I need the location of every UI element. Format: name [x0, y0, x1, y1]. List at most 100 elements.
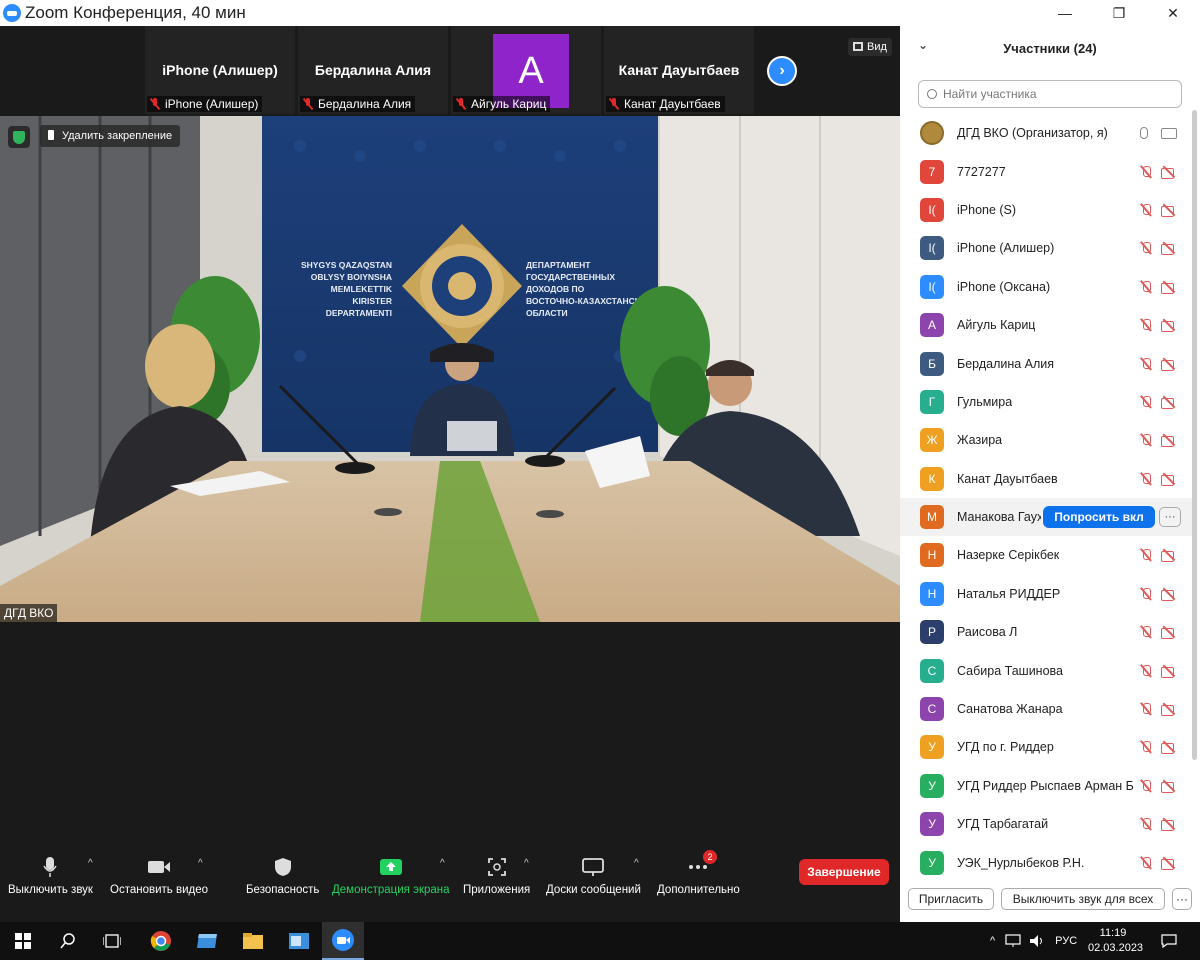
stop-video-button[interactable]: Остановить видео: [110, 854, 208, 896]
network-icon[interactable]: [1005, 934, 1021, 948]
microphone-muted-icon[interactable]: [1140, 433, 1152, 447]
participant-row[interactable]: М Манакова ГаухарПопросить вкл···: [900, 497, 1192, 537]
participant-row[interactable]: У УГД по г. Риддер: [900, 728, 1192, 766]
camera-off-icon[interactable]: [1161, 588, 1177, 601]
security-shield-icon[interactable]: [8, 126, 30, 148]
microphone-muted-icon[interactable]: [1140, 779, 1152, 793]
microphone-muted-icon[interactable]: [1140, 165, 1152, 179]
clock[interactable]: 11:19 02.03.2023: [1088, 926, 1143, 956]
participant-more-button[interactable]: ···: [1159, 507, 1181, 528]
camera-off-icon[interactable]: [1161, 434, 1177, 448]
invite-button[interactable]: Пригласить: [908, 888, 994, 910]
restore-button[interactable]: ❐: [1092, 0, 1146, 26]
participant-row[interactable]: К Канат Дауытбаев: [900, 460, 1192, 498]
participant-row[interactable]: Р Раисова Л: [900, 613, 1192, 651]
camera-icon[interactable]: [1161, 127, 1177, 139]
participant-row[interactable]: С Сабира Ташинова: [900, 651, 1192, 689]
participant-row[interactable]: 7 7727277: [900, 152, 1192, 190]
ask-to-unmute-button[interactable]: Попросить вкл: [1043, 506, 1155, 529]
microphone-muted-icon[interactable]: [1140, 856, 1152, 870]
end-meeting-button[interactable]: Завершение: [799, 859, 889, 885]
camera-off-icon[interactable]: [1161, 281, 1177, 294]
mute-options-caret[interactable]: ^: [88, 858, 93, 869]
camera-off-icon[interactable]: [1161, 473, 1177, 486]
participant-row[interactable]: I(iPhone (Алишер): [900, 229, 1192, 267]
whiteboards-button[interactable]: Доски сообщений: [546, 854, 641, 896]
share-screen-button[interactable]: Демонстрация экрана: [332, 854, 450, 896]
camera-off-icon[interactable]: [1161, 319, 1177, 333]
camera-off-icon[interactable]: [1161, 549, 1177, 563]
participant-row[interactable]: Ж Жазира: [900, 421, 1192, 459]
chevron-up-icon[interactable]: ^: [990, 935, 995, 947]
microphone-muted-icon[interactable]: [1140, 587, 1152, 601]
mute-button[interactable]: Выключить звук: [8, 854, 93, 896]
unpin-button[interactable]: Удалить закрепление: [40, 125, 181, 147]
microphone-muted-icon[interactable]: [1140, 625, 1152, 639]
taskbar-file-explorer[interactable]: [234, 922, 272, 960]
microphone-muted-icon[interactable]: [1140, 664, 1152, 678]
filmstrip-tile[interactable]: Бердалина Алия Бердалина Алия: [298, 26, 448, 114]
microphone-muted-icon[interactable]: [1140, 817, 1152, 831]
microphone-muted-icon[interactable]: [1140, 318, 1152, 332]
taskbar-zoom[interactable]: [322, 922, 364, 960]
microphone-muted-icon[interactable]: [1140, 241, 1152, 255]
apps-button[interactable]: Приложения: [463, 854, 530, 896]
chevron-down-icon[interactable]: ⌄: [918, 38, 928, 52]
camera-off-icon[interactable]: [1161, 242, 1177, 256]
participant-row[interactable]: У УЭК_Нурлыбеков Р.Н.: [900, 843, 1192, 881]
participant-row[interactable]: Н Наталья РИДДЕР: [900, 575, 1192, 613]
camera-off-icon[interactable]: [1161, 780, 1177, 793]
filmstrip-tile[interactable]: Канат Дауытбаев Канат Дауытбаев: [604, 26, 754, 114]
minimize-button[interactable]: —: [1038, 0, 1092, 26]
taskbar-app[interactable]: [188, 922, 226, 960]
microphone-muted-icon[interactable]: [1140, 395, 1152, 409]
participant-row[interactable]: У УГД Тарбагатай: [900, 805, 1192, 843]
participant-row[interactable]: У УГД Риддер Рыспаев Арман Б...: [900, 767, 1192, 805]
taskbar-search-button[interactable]: [50, 922, 86, 960]
close-button[interactable]: ✕: [1146, 0, 1200, 26]
taskbar-app[interactable]: [280, 922, 318, 960]
task-view-button[interactable]: [94, 922, 130, 960]
microphone-muted-icon[interactable]: [1140, 702, 1152, 716]
whiteboards-options-caret[interactable]: ^: [634, 858, 639, 869]
security-button[interactable]: Безопасность: [246, 854, 319, 896]
participant-row[interactable]: I(iPhone (Оксана): [900, 268, 1192, 306]
participant-list-scrollbar[interactable]: [1192, 110, 1197, 760]
camera-off-icon[interactable]: [1161, 166, 1177, 179]
camera-off-icon[interactable]: [1161, 626, 1177, 640]
volume-icon[interactable]: [1029, 934, 1045, 948]
camera-off-icon[interactable]: [1161, 741, 1177, 755]
participant-row[interactable]: А Айгуль Кариц: [900, 306, 1192, 344]
microphone-muted-icon[interactable]: [1140, 548, 1152, 562]
microphone-muted-icon[interactable]: [1140, 203, 1152, 217]
participant-row[interactable]: I(iPhone (S): [900, 191, 1192, 229]
participants-more-button[interactable]: ···: [1172, 888, 1192, 910]
camera-off-icon[interactable]: [1161, 703, 1177, 717]
search-input[interactable]: [943, 87, 1173, 101]
participant-row[interactable]: Н Назерке Серікбек: [900, 536, 1192, 574]
apps-options-caret[interactable]: ^: [524, 858, 529, 869]
participant-row[interactable]: Г Гульмира: [900, 383, 1192, 421]
microphone-icon[interactable]: [1140, 127, 1148, 140]
camera-off-icon[interactable]: [1161, 857, 1177, 870]
share-options-caret[interactable]: ^: [440, 858, 445, 869]
camera-off-icon[interactable]: [1161, 396, 1177, 409]
filmstrip-next-button[interactable]: ›: [767, 56, 797, 86]
camera-off-icon[interactable]: [1161, 358, 1177, 371]
participant-row[interactable]: С Санатова Жанара: [900, 690, 1192, 728]
participant-row[interactable]: Б Бердалина Алия: [900, 344, 1192, 382]
camera-off-icon[interactable]: [1161, 818, 1177, 832]
view-button[interactable]: Вид: [848, 38, 892, 56]
microphone-muted-icon[interactable]: [1140, 740, 1152, 754]
participant-row[interactable]: ДГД ВКО (Организатор, я): [900, 114, 1192, 152]
language-indicator[interactable]: РУС: [1055, 935, 1077, 947]
more-button[interactable]: Дополнительно: [657, 854, 740, 896]
microphone-muted-icon[interactable]: [1140, 280, 1152, 294]
start-button[interactable]: [4, 922, 42, 960]
taskbar-chrome[interactable]: [142, 922, 180, 960]
notifications-button[interactable]: [1156, 922, 1182, 960]
microphone-muted-icon[interactable]: [1140, 472, 1152, 486]
camera-off-icon[interactable]: [1161, 204, 1177, 217]
video-options-caret[interactable]: ^: [198, 858, 203, 869]
camera-off-icon[interactable]: [1161, 665, 1177, 678]
